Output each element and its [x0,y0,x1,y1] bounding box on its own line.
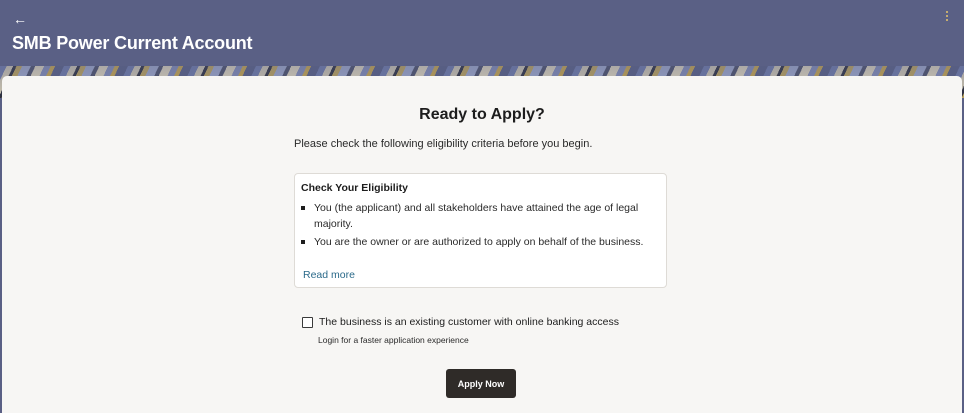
bullet-icon [301,206,305,210]
eligibility-item-text: You are the owner or are authorized to a… [314,236,644,248]
eligibility-item-text: You (the applicant) and all stakeholders… [314,202,639,230]
existing-customer-label[interactable]: The business is an existing customer wit… [319,316,619,328]
existing-customer-checkbox[interactable] [302,317,313,328]
list-item: You are the owner or are authorized to a… [301,234,651,250]
apply-now-button[interactable]: Apply Now [446,369,516,398]
content-card: Ready to Apply? Please check the followi… [2,76,962,413]
app-header: ← SMB Power Current Account [0,0,964,66]
kebab-menu-icon[interactable] [944,11,950,25]
eligibility-panel: Check Your Eligibility You (the applican… [294,173,667,288]
read-more-link[interactable]: Read more [303,269,355,281]
list-item: You (the applicant) and all stakeholders… [301,200,651,232]
back-arrow-icon[interactable]: ← [13,9,33,29]
eligibility-title: Check Your Eligibility [301,182,408,194]
bullet-icon [301,240,305,244]
ready-heading: Ready to Apply? [419,106,545,123]
eligibility-list: You (the applicant) and all stakeholders… [301,200,651,252]
page-title: SMB Power Current Account [12,33,253,53]
instruction-text: Please check the following eligibility c… [294,138,593,150]
login-hint-text: Login for a faster application experienc… [318,335,469,345]
